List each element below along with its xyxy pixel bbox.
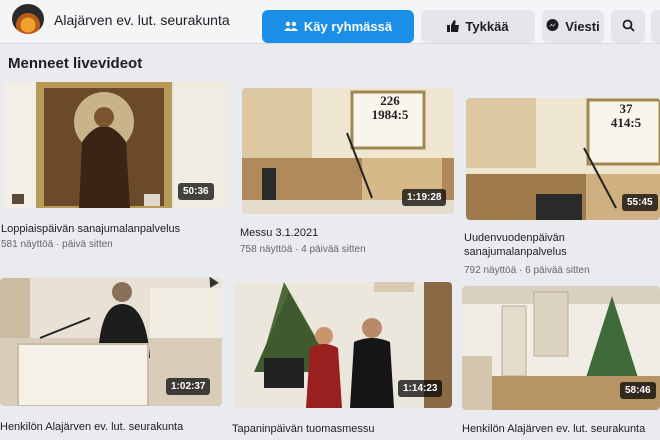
video-title[interactable]: Messu 3.1.2021 <box>240 226 318 240</box>
message-button[interactable]: Viesti <box>542 10 604 43</box>
video-title-line: sanajumalanpalvelus <box>464 246 567 258</box>
video-title[interactable]: Uudenvuodenpäivän sanajumalanpalvelus <box>464 231 567 259</box>
message-label: Viesti <box>565 19 600 34</box>
video-title[interactable]: Tapaninpäivän tuomasmessu <box>232 422 374 436</box>
join-group-button[interactable]: Käy ryhmässä <box>262 10 414 43</box>
search-button[interactable] <box>611 10 645 43</box>
video-thumbnail[interactable]: 226 1984:5 1:19:28 <box>242 88 454 214</box>
join-group-label: Käy ryhmässä <box>303 19 393 34</box>
video-thumbnail[interactable]: 50:36 <box>4 82 230 208</box>
video-title[interactable]: Henkilön Alajärven ev. lut. seurakunta <box>0 420 183 434</box>
search-icon <box>622 19 635 34</box>
messenger-icon <box>546 19 559 34</box>
video-duration: 1:19:28 <box>402 189 447 206</box>
group-icon <box>283 21 298 33</box>
video-title-line: Uudenvuodenpäivän <box>464 232 565 244</box>
video-meta: 792 näyttöä · 6 päivää sitten <box>464 265 590 276</box>
video-duration: 1:02:37 <box>166 378 211 395</box>
video-meta: 758 näyttöä · 4 päivää sitten <box>240 244 366 255</box>
video-title[interactable]: Henkilön Alajärven ev. lut. seurakunta <box>462 422 645 436</box>
video-thumbnail[interactable]: 1:02:37 <box>0 278 222 406</box>
video-duration: 58:46 <box>620 382 656 399</box>
page-logo[interactable] <box>12 4 44 34</box>
video-thumbnail[interactable]: 58:46 <box>462 286 660 410</box>
hymn-board-numbers: 226 1984:5 <box>371 93 409 122</box>
like-button[interactable]: Tykkää <box>421 10 535 43</box>
more-options-button[interactable] <box>651 10 660 43</box>
video-thumbnail[interactable]: 37 414:5 55:45 <box>466 98 660 220</box>
video-duration: 50:36 <box>178 183 214 200</box>
thumbs-up-icon <box>447 19 460 34</box>
video-duration: 55:45 <box>622 194 658 211</box>
section-title: Menneet livevideot <box>8 55 143 72</box>
like-label: Tykkää <box>465 19 509 34</box>
video-meta: 581 näyttöä · päivä sitten <box>1 239 113 250</box>
page-name[interactable]: Alajärven ev. lut. seurakunta <box>54 12 230 28</box>
video-title[interactable]: Loppiaispäivän sanajumalanpalvelus <box>1 222 180 236</box>
video-duration: 1:14:23 <box>398 380 443 397</box>
hymn-board-numbers: 37 414:5 <box>610 101 642 130</box>
video-thumbnail[interactable]: 1:14:23 <box>234 282 452 408</box>
